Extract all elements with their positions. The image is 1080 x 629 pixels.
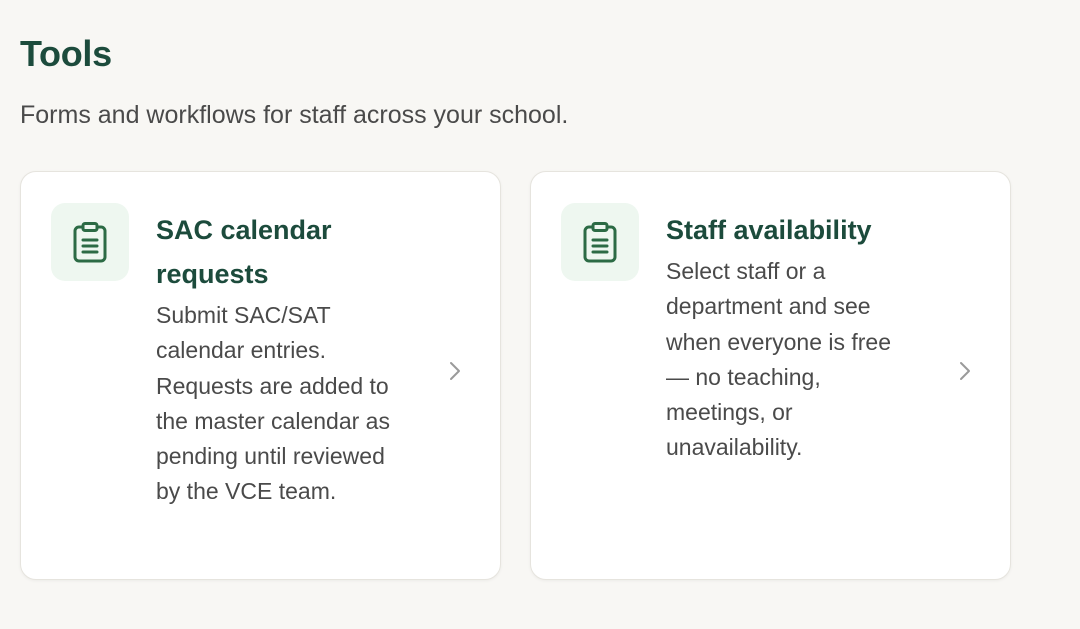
chevron-right-icon — [445, 358, 465, 384]
card-title: Staff availability — [666, 215, 872, 245]
card-description: Select staff or a department and see whe… — [666, 258, 892, 461]
card-body: Staff availability Select staff or a dep… — [666, 208, 916, 466]
card-body: SAC calendar requests Submit SAC/SAT cal… — [156, 208, 406, 510]
tools-page: Tools Forms and workflows for staff acro… — [0, 0, 1080, 629]
tool-card-staff-availability[interactable]: Staff availability Select staff or a dep… — [530, 171, 1011, 580]
card-description: Submit SAC/SAT calendar entries. Request… — [156, 302, 390, 505]
page-subtitle: Forms and workflows for staff across you… — [20, 101, 569, 129]
card-title: SAC calendar requests — [156, 215, 332, 289]
tool-card-list: SAC calendar requests Submit SAC/SAT cal… — [20, 171, 1011, 580]
page-title: Tools — [20, 33, 112, 74]
tool-card-sac-calendar-requests[interactable]: SAC calendar requests Submit SAC/SAT cal… — [20, 171, 501, 580]
clipboard-icon — [51, 203, 129, 281]
chevron-right-icon — [955, 358, 975, 384]
clipboard-icon — [561, 203, 639, 281]
